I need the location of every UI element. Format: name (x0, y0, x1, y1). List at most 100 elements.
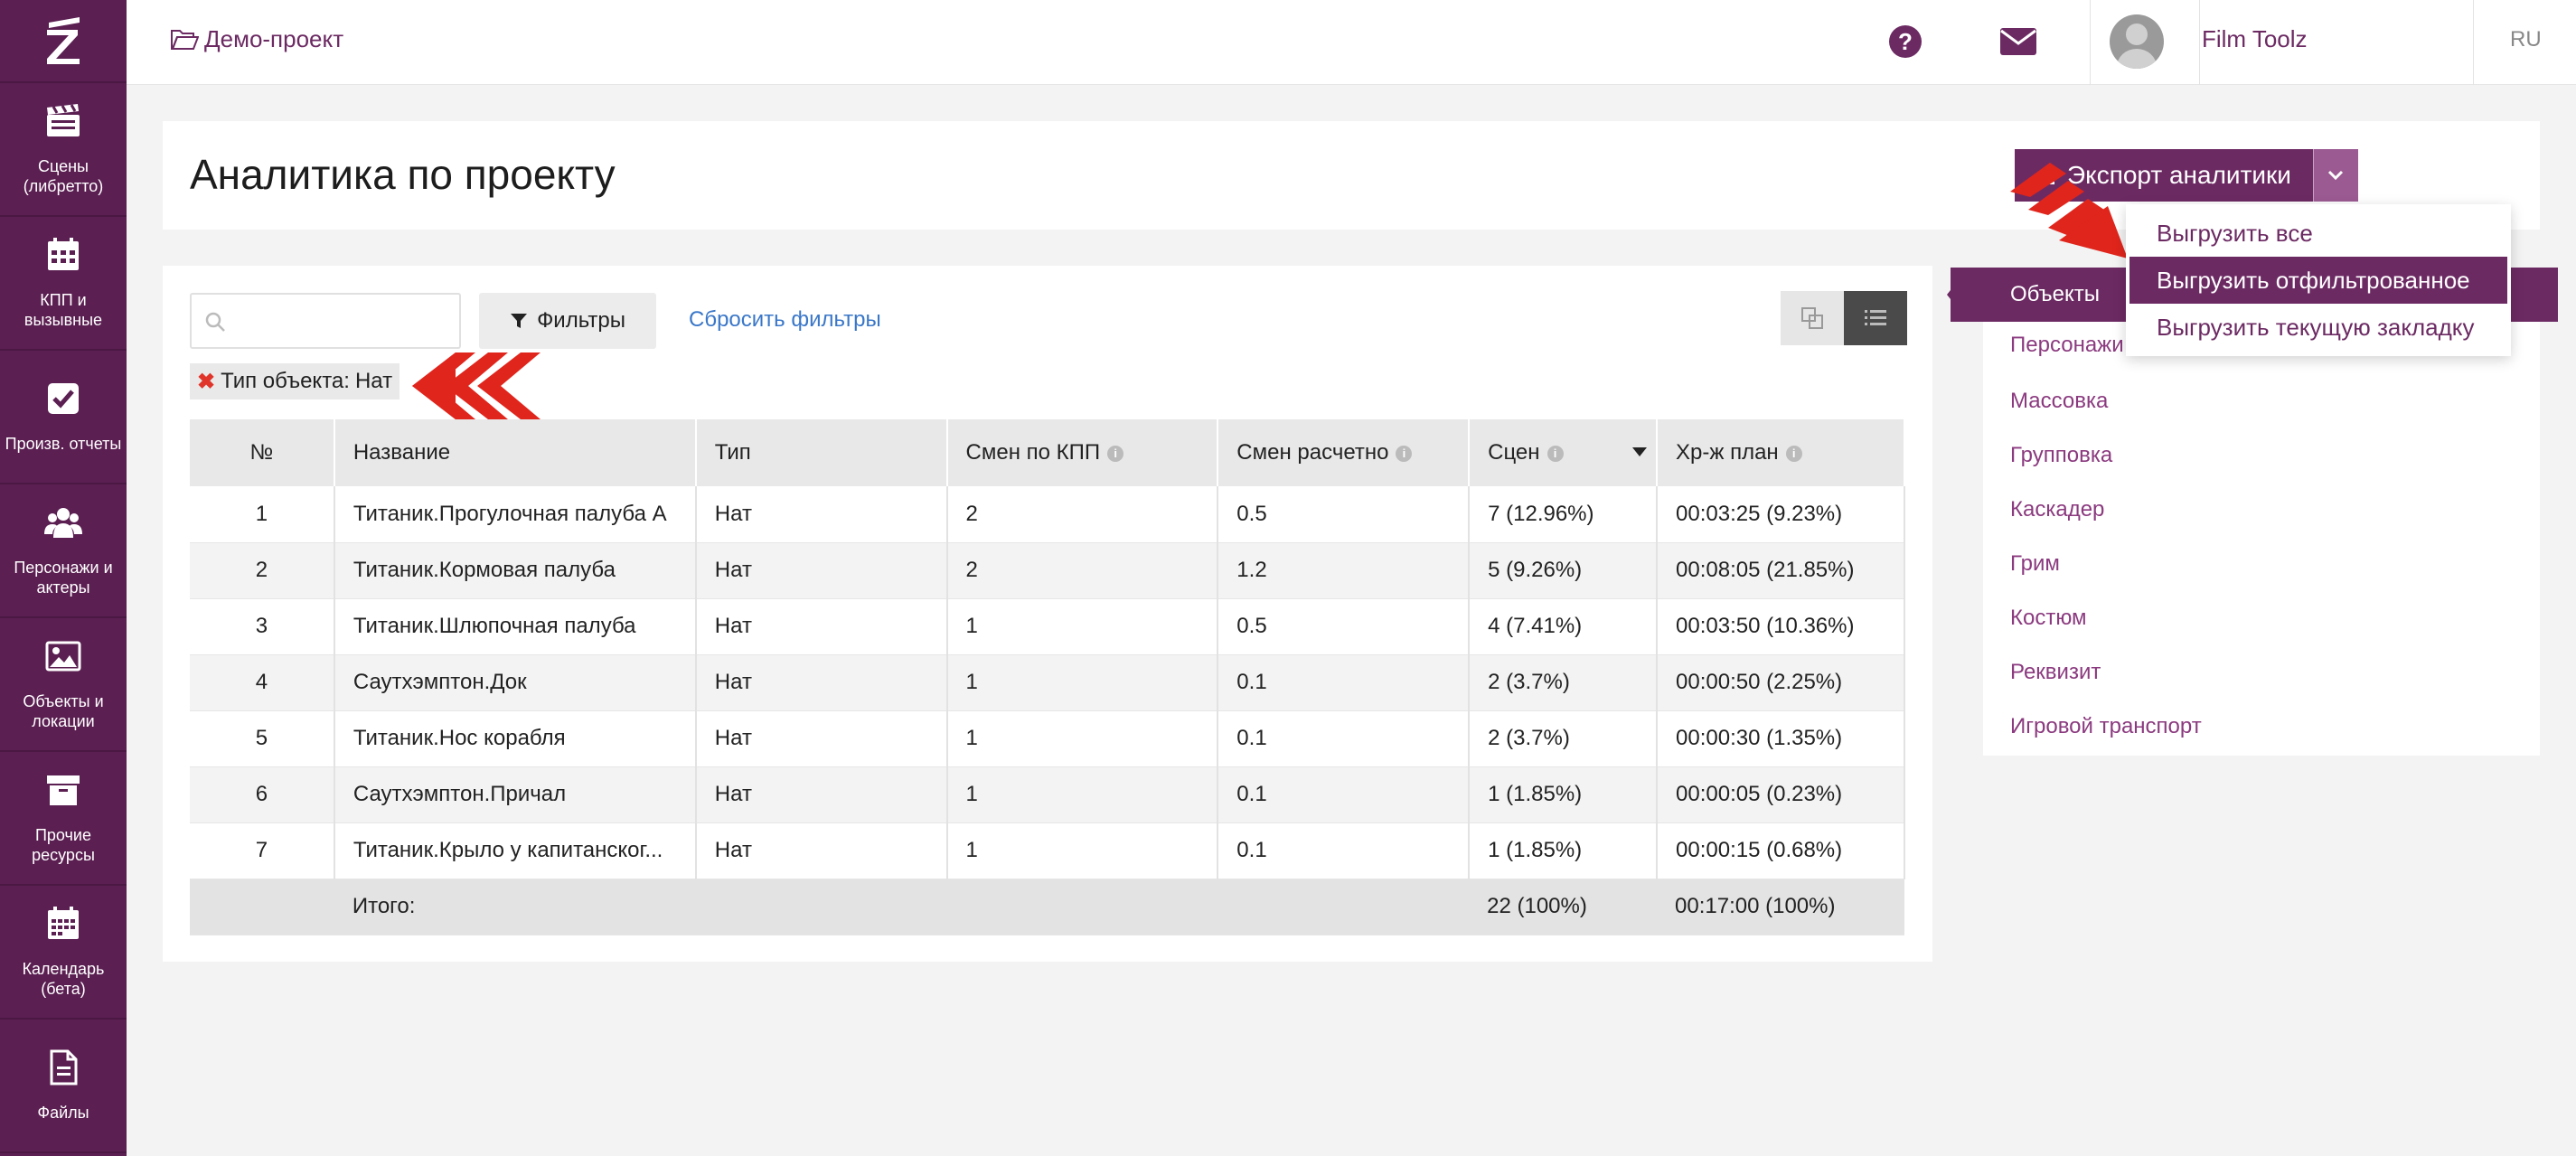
col-shifts-kpp[interactable]: Смен по КПП i (946, 419, 1219, 486)
cell-scenes: 2 (3.7%) (1469, 710, 1659, 767)
analytics-table: № Название Тип Смен по КПП i Смен расчетн… (190, 419, 1905, 935)
export-dropdown-menu: Выгрузить все Выгрузить отфильтрованное … (2126, 204, 2511, 356)
cell-shifts-calc: 0.1 (1217, 710, 1471, 767)
sidebar-item-files[interactable]: Файлы (0, 1020, 127, 1153)
cell-shifts-kpp: 1 (946, 598, 1219, 655)
info-icon[interactable]: i (1396, 445, 1413, 462)
cell-shifts-calc: 0.1 (1217, 766, 1471, 823)
cell-shifts-calc: 1.2 (1217, 542, 1471, 599)
cell-name: Титаник.Шлюпочная палуба (334, 598, 697, 655)
cell-type: Нат (695, 654, 948, 711)
cell-name: Саутхэмптон.Причал (334, 766, 697, 823)
cell-type: Нат (695, 766, 948, 823)
menu-item-export-current-tab[interactable]: Выгрузить текущую закладку (2126, 304, 2511, 351)
sidebar-item-calendar[interactable]: Календарь (бета) (0, 886, 127, 1020)
chip-value: Нат (354, 369, 393, 393)
category-tab-stunt[interactable]: Каскадер (2010, 497, 2104, 522)
sidebar-item-label: Сцены (либретто) (23, 157, 104, 195)
filters-label: Фильтры (537, 308, 625, 333)
menu-item-export-filtered[interactable]: Выгрузить отфильтрованное (2129, 257, 2507, 304)
image-icon (45, 641, 81, 672)
category-tab-characters[interactable]: Персонажи (2010, 333, 2124, 358)
sidebar-item-label: Персонажи и актеры (14, 559, 113, 597)
avatar[interactable] (2110, 14, 2164, 69)
table-row[interactable]: 1 Титаник.Прогулочная палуба A Нат 2 0.5… (190, 486, 1905, 543)
category-tab-costume[interactable]: Костюм (2010, 606, 2087, 631)
table-row[interactable]: 6 Саутхэмптон.Причал Нат 1 0.1 1 (1.85%)… (190, 766, 1905, 823)
category-tab-group[interactable]: Групповка (2010, 443, 2112, 468)
view-list-button[interactable] (1844, 291, 1907, 345)
cell-name: Титаник.Кормовая палуба (334, 542, 697, 599)
sidebar-item-resources[interactable]: Прочие ресурсы (0, 752, 127, 886)
cell-timing-plan: 00:03:50 (10.36%) (1657, 598, 1905, 655)
sort-desc-icon[interactable] (1632, 447, 1648, 456)
language-switch[interactable]: RU (2510, 27, 2542, 52)
remove-filter-icon[interactable]: ✖ (197, 369, 215, 395)
col-shifts-calc-label: Смен расчетно (1236, 440, 1389, 465)
reset-filters-link[interactable]: Сбросить фильтры (689, 307, 881, 333)
cell-empty (695, 879, 947, 935)
table-row[interactable]: 5 Титаник.Нос корабля Нат 1 0.1 2 (3.7%)… (190, 710, 1905, 767)
export-dropdown-toggle[interactable] (2312, 149, 2358, 202)
cell-shifts-kpp: 1 (946, 654, 1219, 711)
sidebar-item-kpp[interactable]: КПП и вызывные (0, 217, 127, 351)
cell-number: 7 (190, 822, 335, 879)
sidebar-item-label: Объекты и локации (23, 692, 104, 730)
funnel-icon (511, 314, 528, 328)
cell-empty (1217, 879, 1470, 935)
cell-empty (190, 879, 334, 935)
cell-scenes: 1 (1.85%) (1469, 822, 1659, 879)
col-shifts-kpp-label: Смен по КПП (965, 440, 1101, 465)
app-logo[interactable] (0, 0, 127, 83)
mail-icon[interactable] (1999, 27, 2037, 56)
category-tab-vehicles[interactable]: Игровой транспорт (2010, 714, 2202, 739)
help-icon[interactable]: ? (1889, 25, 1922, 58)
sidebar-item-label: Произв. отчеты (5, 435, 122, 453)
cell-timing-plan: 00:00:15 (0.68%) (1657, 822, 1905, 879)
category-tab-extras[interactable]: Массовка (2010, 389, 2108, 414)
col-type[interactable]: Тип (695, 419, 948, 486)
total-label: Итого: (334, 879, 696, 935)
search-box[interactable] (190, 293, 461, 349)
cell-timing-plan: 00:03:25 (9.23%) (1657, 486, 1905, 543)
sidebar-item-locations[interactable]: Объекты и локации (0, 618, 127, 752)
cell-shifts-calc: 0.1 (1217, 822, 1471, 879)
sidebar-item-reports[interactable]: Произв. отчеты (0, 351, 127, 484)
project-breadcrumb[interactable]: Демо-проект (170, 25, 343, 53)
cell-empty (946, 879, 1218, 935)
project-name[interactable]: Демо-проект (204, 25, 343, 53)
col-scenes[interactable]: Сцен i (1469, 419, 1659, 486)
col-name[interactable]: Название (334, 419, 697, 486)
table-row[interactable]: 7 Титаник.Крыло у капитанског... Нат 1 0… (190, 822, 1905, 879)
table-row[interactable]: 2 Титаник.Кормовая палуба Нат 2 1.2 5 (9… (190, 542, 1905, 599)
cell-scenes: 7 (12.96%) (1469, 486, 1659, 543)
table-total-row: Итого: 22 (100%) 00:17:00 (100%) (190, 879, 1904, 935)
info-icon[interactable]: i (1107, 445, 1124, 462)
col-number[interactable]: № (190, 419, 335, 486)
view-cards-button[interactable] (1781, 291, 1844, 345)
table-row[interactable]: 4 Саутхэмптон.Док Нат 1 0.1 2 (3.7%) 00:… (190, 654, 1905, 711)
col-shifts-calc[interactable]: Смен расчетно i (1217, 419, 1471, 486)
col-timing-plan[interactable]: Хр-ж план i (1657, 419, 1905, 486)
table-row[interactable]: 3 Титаник.Шлюпочная палуба Нат 1 0.5 4 (… (190, 598, 1905, 655)
sidebar-item-scenes[interactable]: Сцены (либретто) (0, 83, 127, 217)
user-name[interactable]: Film Toolz (2202, 25, 2308, 53)
file-icon (50, 1049, 78, 1086)
clapperboard-icon (47, 104, 80, 136)
info-icon[interactable]: i (1785, 445, 1802, 462)
sidebar-item-characters[interactable]: Персонажи и актеры (0, 484, 127, 618)
menu-item-export-all[interactable]: Выгрузить все (2126, 210, 2511, 257)
sidebar: Сцены (либретто) КПП и вызывные Произв. … (0, 0, 127, 1156)
people-icon (44, 508, 82, 538)
copy-icon (1801, 307, 1823, 329)
filters-button[interactable]: Фильтры (479, 293, 656, 349)
info-icon[interactable]: i (1547, 445, 1564, 462)
cell-timing-plan: 00:00:50 (2.25%) (1657, 654, 1905, 711)
cell-type: Нат (695, 710, 948, 767)
category-tab-props[interactable]: Реквизит (2010, 660, 2101, 685)
category-tab-makeup[interactable]: Грим (2010, 551, 2060, 577)
logo-icon (47, 17, 80, 64)
chevron-down-icon (2328, 170, 2344, 181)
sidebar-item-label: КПП и вызывные (24, 291, 103, 329)
search-input[interactable] (235, 304, 452, 340)
